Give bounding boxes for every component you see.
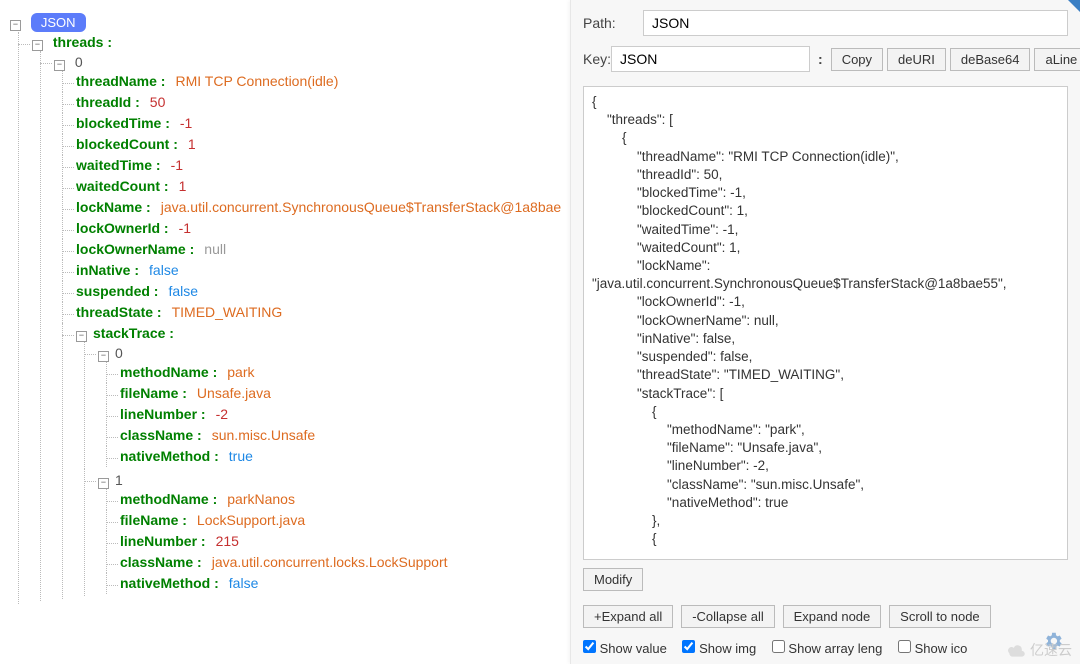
tree-value: false	[219, 575, 259, 591]
inspector-pane: Path: Key: : Copy deURI deBase64 aLine {…	[570, 0, 1080, 664]
tree-value: false	[158, 283, 198, 299]
json-tree-pane: − JSON − threads : − 0 threadName :RMI T…	[0, 0, 570, 664]
tree-value: RMI TCP Connection(idle)	[165, 73, 338, 89]
deuri-button[interactable]: deURI	[887, 48, 946, 71]
show-img-checkbox[interactable]: Show img	[682, 641, 756, 656]
tree-value: TIMED_WAITING	[162, 304, 283, 320]
path-input[interactable]	[643, 10, 1068, 36]
tree-key[interactable]: fileName	[120, 512, 178, 528]
tree-key[interactable]: waitedCount	[76, 178, 160, 194]
tree-value: java.util.concurrent.locks.LockSupport	[202, 554, 448, 570]
collapse-icon[interactable]: −	[98, 351, 109, 362]
modify-button[interactable]: Modify	[583, 568, 643, 591]
tree-value: 215	[206, 533, 239, 549]
tree-value: true	[219, 448, 253, 464]
scroll-node-button[interactable]: Scroll to node	[889, 605, 991, 628]
tree-value: 1	[178, 136, 196, 152]
collapse-icon[interactable]: −	[54, 60, 65, 71]
tree-index[interactable]: 1	[115, 472, 123, 488]
tree-key[interactable]: lineNumber	[120, 533, 197, 549]
tree-index[interactable]: 0	[115, 345, 123, 361]
key-label: Key:	[583, 51, 611, 67]
path-label: Path:	[583, 15, 643, 31]
tree-key[interactable]: className	[120, 554, 193, 570]
tree-value: java.util.concurrent.SynchronousQueue$Tr…	[151, 199, 561, 215]
tree-index[interactable]: 0	[75, 54, 83, 70]
collapse-icon[interactable]: −	[76, 331, 87, 342]
tree-value: LockSupport.java	[187, 512, 305, 528]
aline-button[interactable]: aLine	[1034, 48, 1080, 71]
expand-node-button[interactable]: Expand node	[783, 605, 882, 628]
tree-value: -2	[206, 406, 228, 422]
copy-button[interactable]: Copy	[831, 48, 883, 71]
tree-value: -1	[169, 220, 191, 236]
tree-value: false	[139, 262, 179, 278]
tree-key[interactable]: threadState	[76, 304, 153, 320]
tree-key[interactable]: lineNumber	[120, 406, 197, 422]
tree-key[interactable]: waitedTime	[76, 157, 152, 173]
key-sep: :	[810, 51, 831, 67]
tree-value: 1	[169, 178, 187, 194]
tree-value: -1	[161, 157, 183, 173]
tree-value: sun.misc.Unsafe	[202, 427, 315, 443]
collapse-all-button[interactable]: -Collapse all	[681, 605, 775, 628]
tree-key[interactable]: blockedTime	[76, 115, 161, 131]
show-array-checkbox[interactable]: Show array leng	[772, 641, 883, 656]
tree-key[interactable]: threadName	[76, 73, 157, 89]
tree-value: -1	[170, 115, 192, 131]
tree-value: 50	[140, 94, 166, 110]
tree-key[interactable]: fileName	[120, 385, 178, 401]
json-tree: − JSON − threads : − 0 threadName :RMI T…	[10, 10, 570, 606]
tree-key[interactable]: methodName	[120, 491, 209, 507]
tree-key-threads[interactable]: threads	[53, 34, 104, 50]
tree-value: Unsafe.java	[187, 385, 271, 401]
tree-key[interactable]: nativeMethod	[120, 575, 210, 591]
show-value-checkbox[interactable]: Show value	[583, 641, 667, 656]
tree-key[interactable]: lockOwnerName	[76, 241, 186, 257]
tree-value: park	[217, 364, 254, 380]
collapse-icon[interactable]: −	[32, 40, 43, 51]
collapse-icon[interactable]: −	[98, 478, 109, 489]
root-node[interactable]: JSON	[31, 13, 86, 32]
debase64-button[interactable]: deBase64	[950, 48, 1031, 71]
key-input[interactable]	[611, 46, 810, 72]
tree-key[interactable]: inNative	[76, 262, 130, 278]
show-ico-checkbox[interactable]: Show ico	[898, 641, 967, 656]
tree-key[interactable]: lockOwnerId	[76, 220, 160, 236]
tree-key[interactable]: methodName	[120, 364, 209, 380]
gear-icon[interactable]	[1042, 630, 1064, 652]
json-source-view[interactable]: { "threads": [ { "threadName": "RMI TCP …	[583, 86, 1068, 560]
tree-key[interactable]: blockedCount	[76, 136, 169, 152]
tree-value: null	[194, 241, 226, 257]
tree-key[interactable]: lockName	[76, 199, 142, 215]
tree-key-stacktrace[interactable]: stackTrace	[93, 325, 165, 341]
tree-key[interactable]: className	[120, 427, 193, 443]
tree-key[interactable]: threadId	[76, 94, 131, 110]
tree-value: parkNanos	[217, 491, 295, 507]
collapse-icon[interactable]: −	[10, 20, 21, 31]
tree-key[interactable]: nativeMethod	[120, 448, 210, 464]
tree-key[interactable]: suspended	[76, 283, 150, 299]
expand-all-button[interactable]: +Expand all	[583, 605, 673, 628]
